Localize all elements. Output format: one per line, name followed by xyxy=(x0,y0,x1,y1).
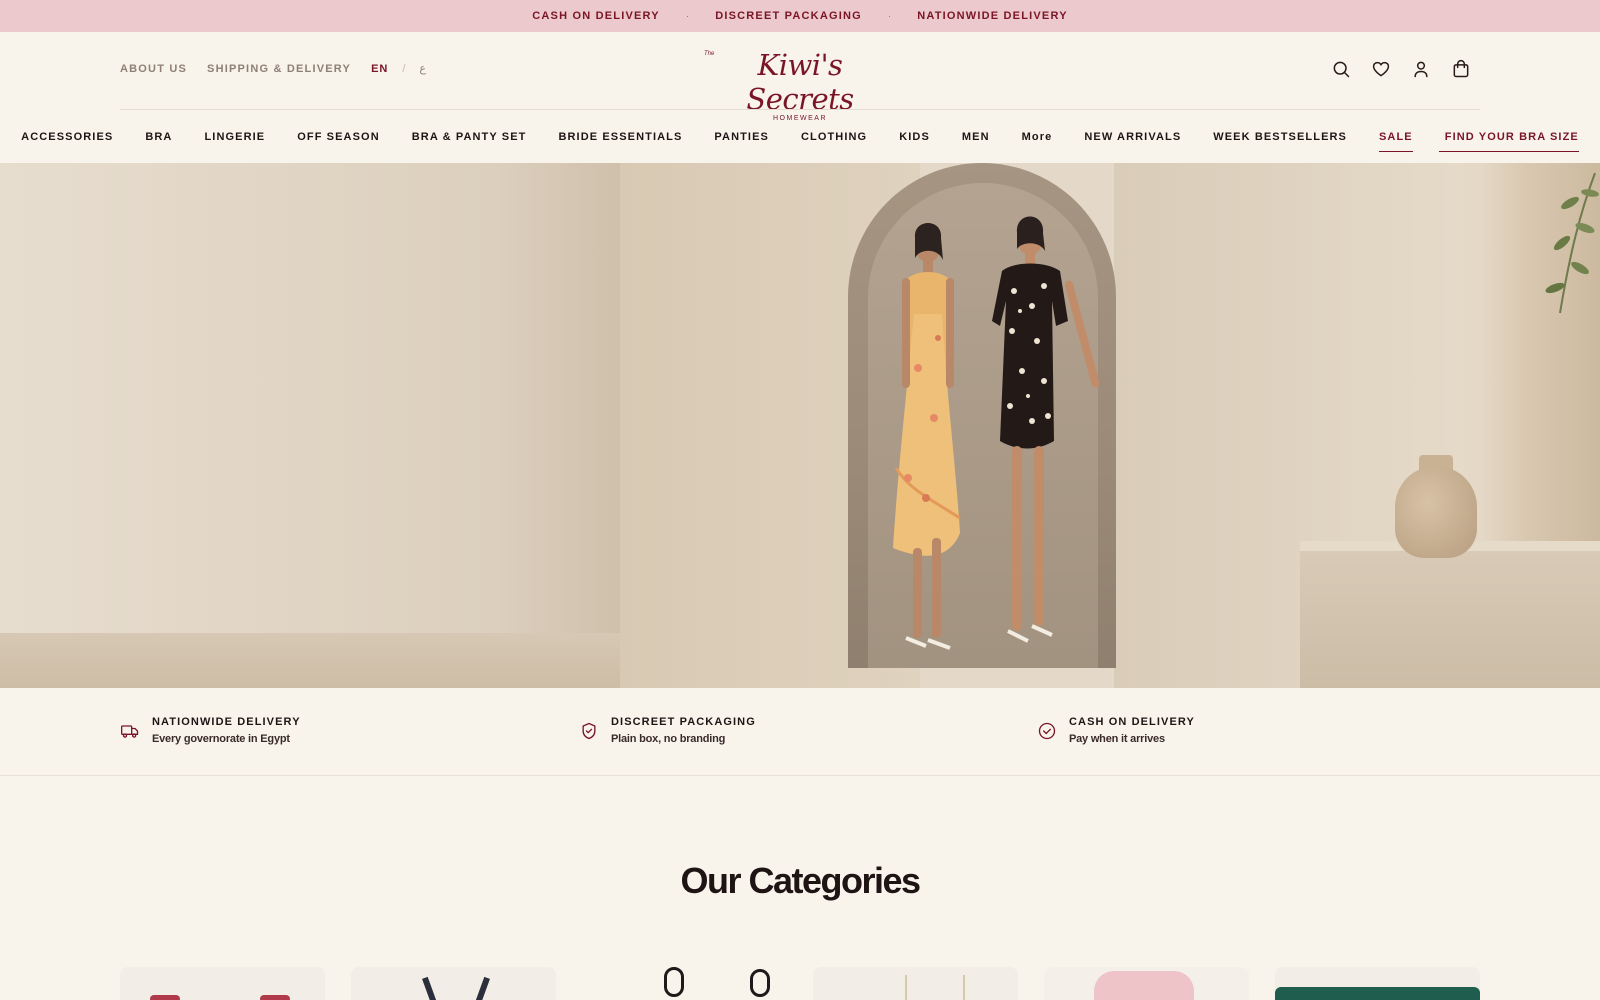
shield-icon xyxy=(582,722,596,740)
about-us-link[interactable]: ABOUT US xyxy=(120,63,187,75)
search-icon[interactable] xyxy=(1331,59,1351,79)
check-circle-icon xyxy=(1038,722,1056,740)
category-card[interactable] xyxy=(813,967,1018,1000)
category-card[interactable] xyxy=(1275,967,1480,1000)
hero-banner[interactable] xyxy=(0,163,1600,688)
nav-off-season[interactable]: OFF SEASON xyxy=(297,122,380,152)
announcement-bar: CASH ON DELIVERY · DISCREET PACKAGING · … xyxy=(0,0,1600,32)
category-card[interactable] xyxy=(1044,967,1249,1000)
announcement-separator: · xyxy=(685,10,690,22)
feature-nationwide-delivery: NATIONWIDE DELIVERY Every governorate in… xyxy=(120,714,301,748)
heart-icon[interactable] xyxy=(1371,59,1391,79)
category-card[interactable] xyxy=(582,967,787,1000)
bag-icon[interactable] xyxy=(1451,59,1471,79)
nav-bra-panty-set[interactable]: BRA & PANTY SET xyxy=(412,122,527,152)
site-header: ABOUT US SHIPPING & DELIVERY EN / ع The … xyxy=(0,32,1600,122)
nav-panties[interactable]: PANTIES xyxy=(714,122,769,152)
feature-title: CASH ON DELIVERY xyxy=(1069,716,1195,728)
nav-find-bra-size[interactable]: FIND YOUR BRA SIZE xyxy=(1438,122,1579,152)
nav-accessories[interactable]: ACCESSORIES xyxy=(21,122,113,152)
shipping-delivery-link[interactable]: SHIPPING & DELIVERY xyxy=(207,63,351,75)
nav-new-arrivals[interactable]: NEW ARRIVALS xyxy=(1084,122,1181,152)
hero-ledge xyxy=(1300,551,1600,688)
user-icon[interactable] xyxy=(1411,59,1431,79)
logo-brand: Kiwi's Secrets xyxy=(746,48,854,116)
language-separator: / xyxy=(402,62,406,75)
feature-title: DISCREET PACKAGING xyxy=(611,716,756,728)
features-row: NATIONWIDE DELIVERY Every governorate in… xyxy=(0,688,1600,776)
announcement-separator: · xyxy=(887,10,892,22)
main-navigation: ACCESSORIES BRA LINGERIE OFF SEASON BRA … xyxy=(0,110,1600,163)
category-card[interactable] xyxy=(120,967,325,1000)
nav-kids[interactable]: KIDS xyxy=(899,122,930,152)
category-cards xyxy=(120,967,1482,1000)
truck-icon xyxy=(121,725,139,738)
hero-model-print-dress xyxy=(992,216,1100,643)
hero-vase xyxy=(1395,466,1477,558)
nav-bride-essentials[interactable]: BRIDE ESSENTIALS xyxy=(558,122,682,152)
nav-sale[interactable]: SALE xyxy=(1379,122,1413,152)
hero-background-wall xyxy=(0,163,620,688)
announcement-delivery: NATIONWIDE DELIVERY xyxy=(917,10,1068,22)
language-ar-button[interactable]: ع xyxy=(419,62,426,75)
nav-clothing[interactable]: CLOTHING xyxy=(801,122,867,152)
language-en-button[interactable]: EN xyxy=(371,63,388,75)
nav-lingerie[interactable]: LINGERIE xyxy=(204,122,265,152)
site-logo[interactable]: The Kiwi's Secrets HOMEWEAR xyxy=(700,48,900,122)
header-icons xyxy=(1331,59,1471,79)
feature-cash-on-delivery: CASH ON DELIVERY Pay when it arrives xyxy=(1037,714,1195,748)
nav-week-bestsellers[interactable]: WEEK BESTSELLERS xyxy=(1213,122,1347,152)
feature-title: NATIONWIDE DELIVERY xyxy=(152,716,301,728)
nav-more[interactable]: More xyxy=(1022,122,1053,152)
announcement-packaging: DISCREET PACKAGING xyxy=(715,10,862,22)
logo-prefix: The xyxy=(704,51,715,57)
feature-discreet-packaging: DISCREET PACKAGING Plain box, no brandin… xyxy=(579,714,756,748)
utility-links: ABOUT US SHIPPING & DELIVERY EN / ع xyxy=(120,62,426,76)
category-card[interactable] xyxy=(351,967,556,1000)
feature-description: Pay when it arrives xyxy=(1069,733,1165,745)
nav-men[interactable]: MEN xyxy=(962,122,990,152)
feature-description: Every governorate in Egypt xyxy=(152,733,290,745)
announcement-cod: CASH ON DELIVERY xyxy=(532,10,660,22)
feature-description: Plain box, no branding xyxy=(611,733,726,745)
hero-plant xyxy=(1545,173,1599,314)
hero-model-floral-dress xyxy=(893,223,961,650)
nav-bra[interactable]: BRA xyxy=(145,122,172,152)
hero-floor xyxy=(0,633,620,688)
categories-heading: Our Categories xyxy=(680,860,921,901)
